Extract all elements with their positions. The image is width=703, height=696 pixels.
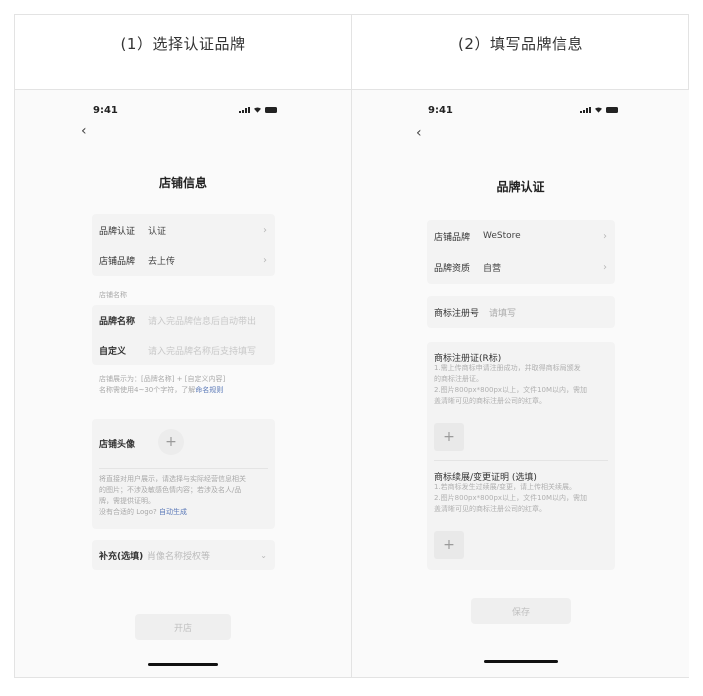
avatar-label: 店铺头像: [99, 440, 136, 450]
signal-icon: [580, 107, 591, 113]
save-button[interactable]: 保存: [471, 598, 571, 624]
wifi-icon: [595, 107, 602, 113]
cert-hint-line: 的商标注册证。: [434, 375, 483, 383]
upload-renew-plus-icon[interactable]: +: [434, 531, 464, 559]
signal-icon: [239, 107, 250, 113]
phone-screen-shop-info: 9:41 ‹ 店铺信息 品牌认证 认证 › 店铺品牌 去上传 › 店铺名称 品牌…: [15, 90, 351, 677]
cert-hint-line: 1.需上传商标申请注册成功，并取得商标局颁发: [434, 364, 581, 372]
field-placeholder: 请入完品牌名称后支持填写: [148, 346, 257, 357]
brand-card: 店铺品牌 WeStore › 品牌资质 自营 ›: [427, 220, 615, 284]
name-card: 品牌名称 请入完品牌信息后自动带出 自定义 请入完品牌名称后支持填写: [92, 305, 275, 365]
wifi-icon: [254, 107, 261, 113]
open-shop-button[interactable]: 开店: [135, 614, 231, 640]
upload-cert-plus-icon[interactable]: +: [434, 423, 464, 451]
avatar-hint-line: 的图片；不涉及敏感色情内容；若涉及名人/品: [99, 486, 242, 494]
row-brand-auth[interactable]: 品牌认证 认证 ›: [92, 215, 275, 245]
naming-rules-link[interactable]: 命名规则: [195, 386, 223, 394]
cert-hint: 1.需上传商标申请注册成功，并取得商标局颁发 的商标注册证。 2.图片800px…: [434, 363, 612, 407]
supplement-field[interactable]: 补充(选填) 肖像名称授权等 ⌄: [92, 540, 275, 570]
row-label: 品牌资质: [434, 263, 471, 274]
field-label: 商标注册号: [434, 308, 480, 319]
brand-name-field[interactable]: 品牌名称 请入完品牌信息后自动带出: [92, 305, 275, 335]
renew-hint-line: 1.若商标发生过续展/变更，请上传相关续展。: [434, 483, 577, 491]
name-hint: 店铺展示为：[品牌名称] + [自定义内容] 名称需使用4~30个字符，了解命名…: [99, 374, 225, 396]
row-label: 店铺品牌: [434, 232, 471, 243]
row-brand-qualification[interactable]: 品牌资质 自营 ›: [427, 252, 615, 282]
divider: [99, 468, 268, 469]
chevron-right-icon: ›: [263, 224, 267, 236]
divider: [434, 460, 608, 461]
brand-card: 品牌认证 认证 › 店铺品牌 去上传 ›: [92, 214, 275, 276]
home-indicator: [484, 660, 558, 663]
field-label: 自定义: [99, 346, 127, 357]
row-shop-brand[interactable]: 店铺品牌 WeStore ›: [427, 221, 615, 251]
field-label: 品牌名称: [99, 316, 136, 327]
back-arrow-icon[interactable]: ‹: [81, 123, 87, 139]
cert-hint-line: 盖清晰可见的商标注册公司的红章。: [434, 397, 546, 405]
battery-icon: [265, 107, 277, 113]
field-placeholder: 肖像名称授权等: [147, 551, 211, 562]
field-placeholder: 请入完品牌信息后自动带出: [148, 316, 257, 327]
page-title: 品牌认证: [496, 180, 545, 194]
avatar-card: 店铺头像 + 将直接对用户展示，请选择与实际经营信息相关 的图片；不涉及敏感色情…: [92, 419, 275, 529]
field-label: 补充(选填): [99, 551, 144, 562]
avatar-hint: 将直接对用户展示，请选择与实际经营信息相关 的图片；不涉及敏感色情内容；若涉及名…: [99, 474, 271, 518]
row-value: 认证: [148, 226, 167, 237]
row-shop-brand[interactable]: 店铺品牌 去上传 ›: [92, 245, 275, 275]
section-label: 店铺名称: [99, 291, 127, 299]
status-icons: [239, 106, 277, 113]
renew-hint: 1.若商标发生过续展/变更，请上传相关续展。 2.图片800px*800px以上…: [434, 482, 612, 515]
row-value: 去上传: [148, 256, 176, 267]
chevron-right-icon: ›: [603, 230, 607, 242]
status-time: 9:41: [93, 105, 118, 116]
supplement-card[interactable]: 补充(选填) 肖像名称授权等 ⌄: [92, 540, 275, 570]
avatar-hint-line: 没有合适的 Logo?: [99, 508, 157, 516]
caption-step-2: (2）填写品牌信息: [458, 35, 583, 53]
back-arrow-icon[interactable]: ‹: [416, 125, 422, 141]
custom-name-field[interactable]: 自定义 请入完品牌名称后支持填写: [92, 335, 275, 365]
caption-step-1: (1）选择认证品牌: [120, 35, 246, 53]
page-title: 店铺信息: [158, 176, 207, 190]
avatar-hint-line: 将直接对用户展示，请选择与实际经营信息相关: [99, 475, 246, 483]
name-hint-line: 店铺展示为：[品牌名称] + [自定义内容]: [99, 375, 226, 383]
row-label: 店铺品牌: [99, 256, 136, 267]
tm-number-field[interactable]: 商标注册号 请填写: [427, 297, 615, 327]
name-hint-line: 名称需使用4~30个字符，了解: [99, 386, 196, 394]
status-time: 9:41: [428, 105, 453, 116]
row-label: 品牌认证: [99, 226, 136, 237]
certificate-card: 商标注册证(R标) 1.需上传商标申请注册成功，并取得商标局颁发 的商标注册证。…: [427, 342, 615, 570]
phone-screen-brand-auth: 9:41 ‹ 品牌认证 店铺品牌 WeStore › 品牌资质 自营 › 商标注…: [352, 90, 689, 677]
auto-generate-link[interactable]: 自动生成: [159, 508, 187, 516]
chevron-right-icon: ›: [603, 261, 607, 273]
renew-hint-line: 盖清晰可见的商标注册公司的红章。: [434, 505, 546, 513]
cert-hint-line: 2.图片800px*800px以上，文件10M以内，需加: [434, 386, 588, 394]
tm-number-card[interactable]: 商标注册号 请填写: [427, 296, 615, 328]
row-value: 自营: [483, 263, 502, 274]
avatar-hint-line: 牌，需提供证明。: [99, 497, 155, 505]
renew-hint-line: 2.图片800px*800px以上，文件10M以内，需加: [434, 494, 588, 502]
chevron-down-icon: ⌄: [260, 550, 267, 560]
battery-icon: [606, 107, 618, 113]
status-icons: [580, 106, 618, 113]
field-placeholder: 请填写: [489, 308, 517, 319]
upload-avatar-plus-icon[interactable]: +: [158, 429, 184, 455]
home-indicator: [148, 663, 218, 666]
row-value: WeStore: [483, 231, 521, 241]
chevron-right-icon: ›: [263, 254, 267, 266]
